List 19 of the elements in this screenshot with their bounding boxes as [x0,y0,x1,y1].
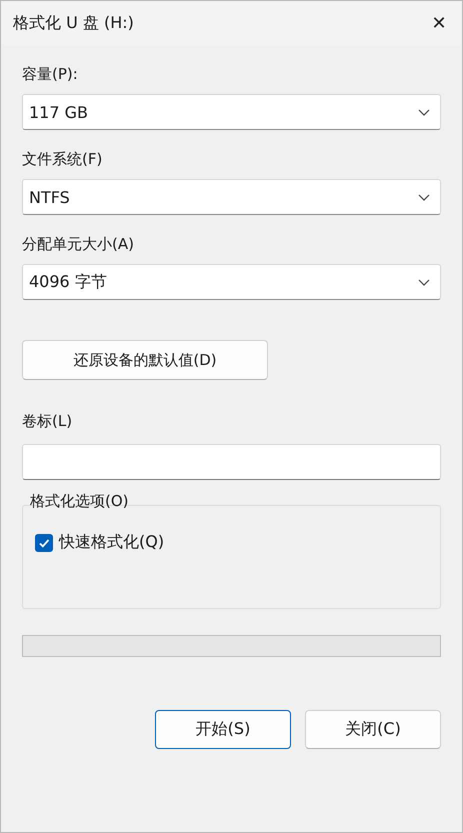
dialog-button[interactable]: 关闭(C) [305,710,441,749]
checkbox[interactable] [35,534,53,552]
chevron-down-icon [418,194,430,200]
field-label: 分配单元大小(A) [22,235,135,254]
window-title: 格式化 U 盘 (H:) [13,12,134,34]
group-title: 格式化选项(O) [30,492,130,511]
dropdown[interactable]: 117 GB [22,94,441,130]
field-label: 容量(P): [22,65,79,84]
dialog-button[interactable]: 开始(S) [155,710,291,749]
dropdown[interactable]: NTFS [22,179,441,215]
chevron-down-icon [418,108,430,116]
checkbox-label: 快速格式化(Q) [59,532,164,553]
close-button[interactable]: ✕ [416,1,462,45]
volume-label-field[interactable] [22,444,441,480]
chevron-down-icon [418,278,430,286]
field-label: 卷标(L) [22,412,74,431]
dropdown[interactable]: 4096 字节 [22,264,441,300]
field-label: 文件系统(F) [22,150,104,169]
restore-defaults-button[interactable]: 还原设备的默认值(D) [22,340,268,380]
